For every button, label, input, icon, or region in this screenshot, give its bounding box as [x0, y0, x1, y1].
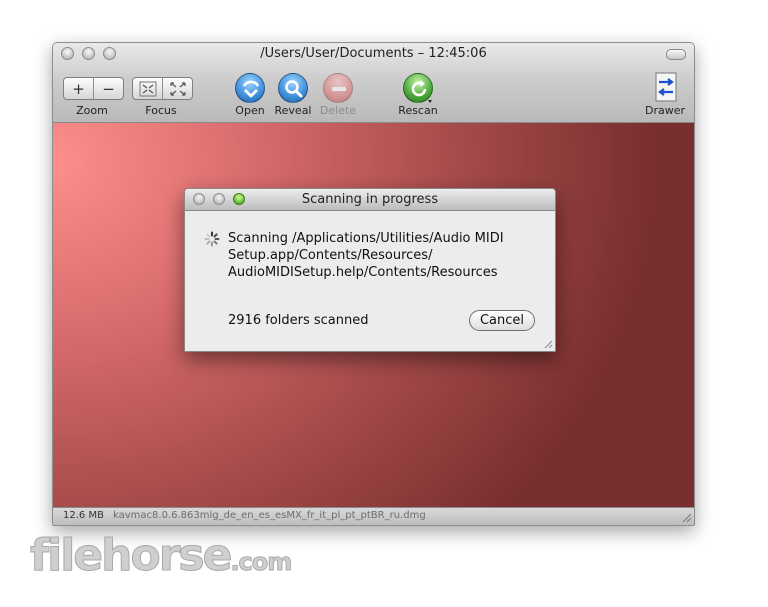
status-size: 12.6 MB [63, 510, 104, 521]
dialog-resize-grip-icon[interactable] [543, 339, 553, 349]
zoom-label: Zoom [76, 104, 108, 117]
drawer-button[interactable] [655, 72, 677, 102]
scanning-dialog: Scanning in progress Scanning /Applicati… [184, 188, 556, 352]
watermark-suffix: .com [230, 548, 293, 577]
focus-in-icon [139, 81, 156, 96]
delete-label: Delete [319, 104, 357, 117]
open-icon [242, 80, 260, 98]
drawer-label: Drawer [644, 104, 686, 117]
toolbar-toggle-button[interactable] [666, 49, 686, 60]
focus-control [132, 77, 193, 100]
dialog-title: Scanning in progress [301, 192, 439, 207]
scan-path-message: Scanning /Applications/Utilities/Audio M… [228, 231, 504, 280]
filehorse-watermark: filehorse.com [29, 530, 293, 582]
open-label: Open [235, 104, 265, 117]
status-filename: kavmac8.0.6.863mlg_de_en_es_esMX_fr_it_p… [113, 510, 426, 521]
dialog-titlebar: Scanning in progress [185, 189, 555, 211]
folders-scanned-count: 2916 folders scanned [228, 313, 369, 328]
delete-button[interactable] [323, 73, 353, 103]
focus-out-button[interactable] [162, 78, 192, 99]
reveal-button[interactable] [278, 73, 308, 103]
focus-in-button[interactable] [133, 78, 162, 99]
resize-grip-icon[interactable] [680, 511, 692, 523]
window-title: /Users/User/Documents – 12:45:06 [260, 46, 487, 61]
reveal-label: Reveal [274, 104, 312, 117]
spinner-icon [204, 231, 220, 247]
status-bar: 12.6 MB kavmac8.0.6.863mlg_de_en_es_esMX… [53, 507, 694, 525]
refresh-icon [411, 80, 432, 103]
open-button[interactable] [235, 73, 265, 103]
rescan-label: Rescan [398, 104, 438, 117]
minus-icon [332, 87, 346, 91]
cancel-button[interactable]: Cancel [469, 310, 535, 331]
magnifier-icon [285, 80, 303, 98]
zoom-control: + − [63, 77, 124, 100]
focus-out-icon [169, 81, 186, 96]
drawer-icon [655, 72, 677, 102]
focus-label: Focus [145, 104, 177, 117]
watermark-main: filehorse [29, 530, 232, 582]
window-toolbar: /Users/User/Documents – 12:45:06 + − Zoo… [53, 43, 694, 123]
zoom-in-button[interactable]: + [64, 78, 93, 99]
rescan-button[interactable] [403, 73, 433, 103]
zoom-out-button[interactable]: − [93, 78, 123, 99]
